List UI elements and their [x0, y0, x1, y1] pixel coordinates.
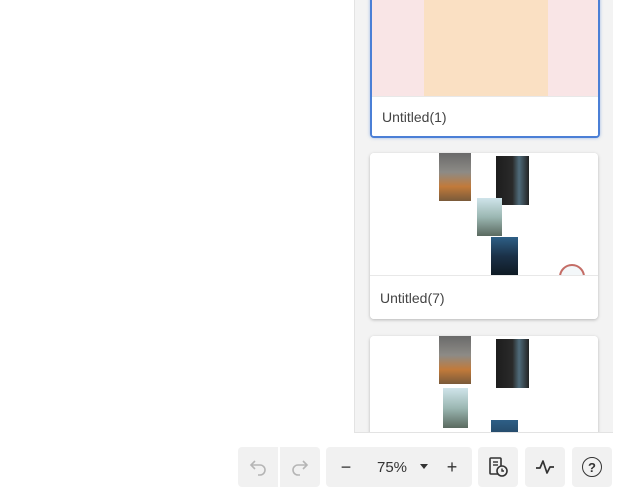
design-card[interactable]: Untitled(7): [370, 153, 598, 319]
photo-thumbnail: [439, 153, 471, 201]
activity-icon: [536, 460, 554, 474]
zoom-dropdown-button[interactable]: [416, 447, 432, 487]
photo-thumbnail: [439, 336, 471, 384]
photo-thumbnail: [491, 237, 518, 275]
help-button[interactable]: ?: [572, 447, 612, 487]
sticker-icon: [559, 264, 585, 275]
redo-icon: [292, 460, 309, 476]
zoom-control: − 75% +: [326, 447, 472, 487]
redo-button[interactable]: [280, 447, 320, 487]
zoom-out-button[interactable]: −: [334, 447, 358, 487]
zoom-level[interactable]: 75%: [372, 447, 412, 487]
undo-icon: [249, 460, 266, 476]
photo-thumbnail: [443, 388, 468, 428]
design-thumbnail: [372, 0, 598, 96]
design-list-panel: Untitled(1) Untitled(7): [354, 0, 613, 433]
activity-button[interactable]: [525, 447, 565, 487]
design-thumbnail: [370, 153, 598, 275]
help-icon: ?: [582, 457, 602, 477]
thumbnail-block: [424, 0, 548, 96]
photo-thumbnail: [491, 420, 518, 432]
page-history-button[interactable]: [478, 447, 518, 487]
design-card[interactable]: Untitled(1): [370, 0, 600, 138]
photo-thumbnail: [477, 198, 502, 236]
zoom-in-button[interactable]: +: [440, 447, 464, 487]
design-title: Untitled(1): [372, 96, 598, 136]
design-thumbnail: [370, 336, 598, 432]
zoom-dropdown-icon: [420, 464, 428, 469]
page-history-icon: [489, 457, 508, 477]
design-title: Untitled(7): [370, 275, 598, 319]
design-card[interactable]: [370, 336, 598, 432]
photo-thumbnail: [496, 339, 529, 388]
undo-button[interactable]: [238, 447, 278, 487]
